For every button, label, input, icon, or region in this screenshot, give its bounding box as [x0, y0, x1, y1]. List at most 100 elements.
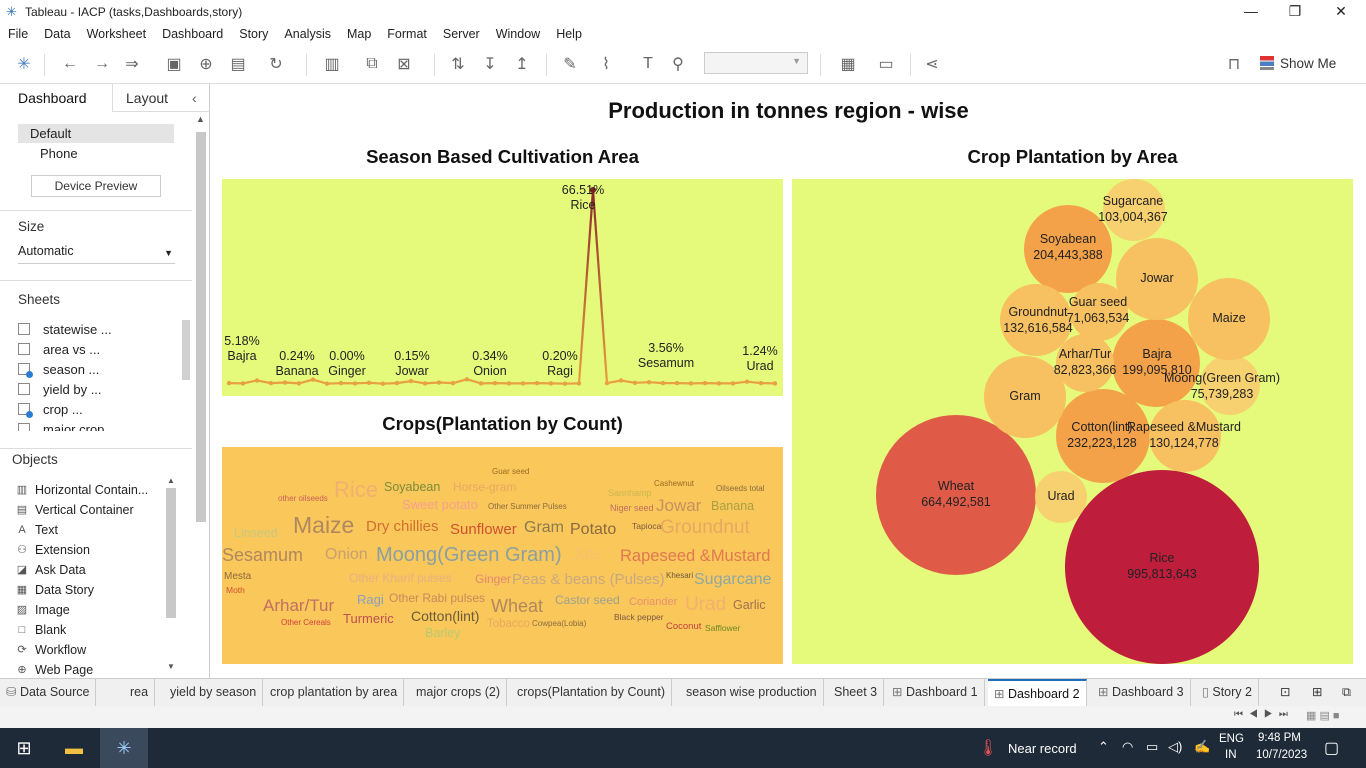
- data-point[interactable]: [730, 381, 736, 386]
- menu-help[interactable]: Help: [556, 27, 582, 41]
- sheet-item[interactable]: area vs ...: [18, 339, 100, 359]
- file-explorer-icon[interactable]: ▬: [50, 728, 98, 768]
- bubble-chart[interactable]: Rice 995,813,643 Wheat 664,492,581 Cotton(li…: [792, 179, 1353, 664]
- word-coriander[interactable]: Coriander: [629, 597, 677, 608]
- word-sugarcane[interactable]: Sugarcane: [694, 572, 771, 588]
- data-point[interactable]: [716, 381, 722, 386]
- new-worksheet-tab-icon[interactable]: ⊡: [1274, 679, 1296, 706]
- object-text[interactable]: A Text: [16, 520, 58, 540]
- sheet-item[interactable]: statewise ...: [18, 319, 112, 339]
- data-point[interactable]: [534, 380, 540, 386]
- menu-file[interactable]: File: [8, 27, 28, 41]
- word-mesta[interactable]: Mesta: [224, 572, 251, 582]
- weather-text[interactable]: Near record: [1008, 741, 1077, 756]
- object-web-page[interactable]: ⊕ Web Page: [16, 660, 93, 680]
- word-other-rabi-pulses[interactable]: Other Rabi pulses: [389, 592, 485, 604]
- data-point[interactable]: [380, 381, 386, 386]
- word-rapeseed-mustard[interactable]: Rapeseed &Mustard: [620, 548, 770, 565]
- device-default[interactable]: Default: [18, 124, 174, 143]
- sort-ascending-icon[interactable]: ↧: [478, 52, 502, 76]
- clock-time[interactable]: 9:48 PM: [1258, 732, 1301, 744]
- sheet-navigation-icon[interactable]: ⏮◀▶⏭: [1234, 709, 1294, 720]
- word-khesari[interactable]: Khesari: [666, 572, 693, 580]
- data-point[interactable]: [660, 380, 666, 386]
- sheet-item[interactable]: crop ...: [18, 399, 83, 419]
- volume-icon[interactable]: ◁): [1168, 739, 1182, 755]
- presentation-icon[interactable]: ▭: [874, 52, 898, 76]
- word-onion[interactable]: Onion: [325, 547, 368, 563]
- tab-sheet[interactable]: major crops (2): [410, 679, 508, 706]
- language-2[interactable]: IN: [1225, 749, 1237, 761]
- word-tapioca[interactable]: Tapioca: [632, 522, 661, 531]
- data-point[interactable]: [268, 380, 274, 386]
- word-guar-seed[interactable]: Guar seed: [492, 468, 529, 476]
- data-point[interactable]: [478, 381, 484, 386]
- word-safflower[interactable]: Safflower: [705, 624, 740, 633]
- word-cotton-lint-[interactable]: Cotton(lint): [411, 609, 479, 623]
- view-toggle-icon[interactable]: ▦ ▤ ■: [1306, 709, 1340, 722]
- word-banana[interactable]: Banana: [711, 500, 754, 513]
- sheet-item[interactable]: major crop: [18, 419, 104, 431]
- word-soyabean[interactable]: Soyabean: [384, 481, 440, 494]
- word-turmeric[interactable]: Turmeric: [343, 612, 394, 625]
- tableau-taskbar-icon[interactable]: ✳: [100, 728, 148, 768]
- labels-icon[interactable]: T: [636, 52, 660, 76]
- data-point[interactable]: [520, 381, 526, 386]
- word-horse-gram[interactable]: Horse-gram: [453, 481, 516, 493]
- tab-sheet[interactable]: Sheet 3: [828, 679, 885, 706]
- object-blank[interactable]: □ Blank: [16, 620, 67, 640]
- data-point[interactable]: [324, 381, 330, 386]
- menu-map[interactable]: Map: [347, 27, 371, 41]
- data-point[interactable]: [632, 380, 638, 386]
- fit-icon[interactable]: ▦: [836, 52, 860, 76]
- data-point[interactable]: [506, 381, 512, 386]
- word-other-kharif-pulses[interactable]: Other Kharif pulses: [349, 572, 452, 584]
- tab-sheet[interactable]: yield by season: [164, 679, 264, 706]
- format-painter-icon[interactable]: ⊓: [1222, 52, 1246, 76]
- refresh-icon[interactable]: ↻: [264, 52, 288, 76]
- object-ask-data[interactable]: ◪ Ask Data: [16, 560, 86, 580]
- device-phone[interactable]: Phone: [18, 144, 174, 163]
- pause-updates-icon[interactable]: ▤: [226, 52, 250, 76]
- data-point[interactable]: [604, 380, 610, 386]
- menu-story[interactable]: Story: [239, 27, 268, 41]
- object-horizontal-container[interactable]: ▥ Horizontal Contain...: [16, 480, 148, 500]
- data-point[interactable]: [240, 381, 246, 386]
- new-dashboard-tab-icon[interactable]: ⊞: [1306, 679, 1328, 706]
- data-point[interactable]: [772, 381, 778, 386]
- word-castor-seed[interactable]: Castor seed: [555, 594, 620, 606]
- tab-sheet[interactable]: season wise production: [680, 679, 824, 706]
- data-point[interactable]: [436, 380, 442, 385]
- word-cowpea-lobia-[interactable]: Cowpea(Lobia): [532, 620, 586, 628]
- word-tobacco[interactable]: Tobacco: [487, 618, 530, 631]
- restore-button[interactable]: ❐: [1272, 0, 1318, 24]
- word-oilseeds-total[interactable]: Oilseeds total: [716, 485, 764, 493]
- data-point[interactable]: [254, 378, 260, 383]
- duplicate-icon[interactable]: ⧉: [360, 52, 384, 76]
- data-point[interactable]: [408, 378, 414, 384]
- data-point[interactable]: [702, 380, 708, 386]
- sheet-item[interactable]: yield by ...: [18, 379, 102, 399]
- word-other-summer-pulses[interactable]: Other Summer Pulses: [488, 503, 567, 511]
- sheets-scrollbar[interactable]: [182, 320, 190, 380]
- sort-descending-icon[interactable]: ↥: [510, 52, 534, 76]
- data-point[interactable]: [548, 381, 554, 386]
- word-arhar-tur[interactable]: Arhar/Tur: [263, 597, 334, 614]
- object-image[interactable]: ▨ Image: [16, 600, 70, 620]
- fit-select[interactable]: ▼: [704, 52, 808, 74]
- word-jowar[interactable]: Jowar: [656, 497, 701, 514]
- word-ragi[interactable]: Ragi: [357, 593, 384, 606]
- data-point[interactable]: [296, 381, 302, 386]
- data-point[interactable]: [744, 379, 750, 384]
- data-point[interactable]: [758, 380, 764, 386]
- data-point[interactable]: [226, 380, 232, 386]
- new-story-tab-icon[interactable]: ⧉: [1336, 679, 1357, 706]
- minimize-button[interactable]: —: [1228, 0, 1274, 24]
- data-point[interactable]: [366, 380, 372, 386]
- word-sesamum[interactable]: Sesamum: [222, 546, 303, 564]
- tab-sheet[interactable]: crop plantation by area: [264, 679, 405, 706]
- data-point[interactable]: [338, 380, 344, 386]
- menu-server[interactable]: Server: [443, 27, 480, 41]
- word-linseed[interactable]: Linseed: [234, 527, 278, 540]
- language-1[interactable]: ENG: [1219, 733, 1244, 745]
